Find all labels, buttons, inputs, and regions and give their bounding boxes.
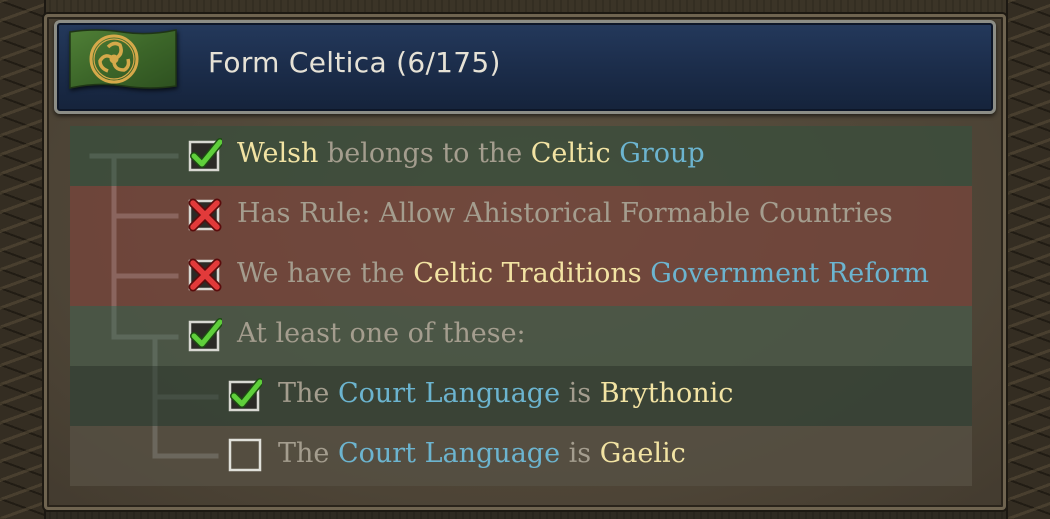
reform-name[interactable]: Celtic Traditions — [413, 258, 641, 289]
condition-row-court-language-brythonic[interactable]: The Court Language is Brythonic — [70, 366, 972, 426]
empty-checkbox-icon — [228, 438, 262, 472]
condition-list: Welsh belongs to the Celtic Group Has Ru… — [70, 126, 972, 486]
court-language-link[interactable]: Court Language — [338, 438, 560, 469]
red-cross-icon — [188, 258, 222, 292]
condition-text: Welsh belongs to the Celtic Group — [237, 138, 705, 169]
condition-row-at-least-one[interactable]: At least one of these: — [70, 306, 972, 366]
celtic-triskele-flag-icon — [69, 29, 177, 89]
condition-text: The Court Language is Brythonic — [278, 378, 733, 409]
government-reform-link[interactable]: Government Reform — [650, 258, 929, 289]
text-fragment: is — [560, 378, 600, 409]
text-fragment: is — [560, 438, 600, 469]
culture-name[interactable]: Welsh — [237, 138, 318, 169]
culture-group-name[interactable]: Celtic — [531, 138, 611, 169]
language-name[interactable]: Brythonic — [600, 378, 734, 409]
condition-row-rule[interactable]: Has Rule: Allow Ahistorical Formable Cou… — [70, 186, 972, 246]
condition-row-court-language-gaelic[interactable]: The Court Language is Gaelic — [70, 426, 972, 486]
checkmark-icon — [188, 138, 222, 172]
group-link[interactable]: Group — [619, 138, 704, 169]
checkmark-icon — [188, 318, 222, 352]
red-cross-icon — [188, 198, 222, 232]
title-bar — [54, 20, 996, 114]
condition-text: We have the Celtic Traditions Government… — [237, 258, 929, 289]
ornate-border-right — [1006, 0, 1050, 519]
text-fragment: The — [278, 438, 338, 469]
condition-row-culture-group[interactable]: Welsh belongs to the Celtic Group — [70, 126, 972, 186]
text-fragment — [611, 138, 620, 169]
condition-text: At least one of these: — [237, 318, 526, 349]
court-language-link[interactable]: Court Language — [338, 378, 560, 409]
condition-text: The Court Language is Gaelic — [278, 438, 686, 469]
checkmark-icon — [228, 378, 262, 412]
text-fragment: We have the — [237, 258, 414, 289]
text-fragment: belongs to the — [318, 138, 531, 169]
language-name[interactable]: Gaelic — [600, 438, 686, 469]
text-fragment: The — [278, 378, 338, 409]
text-fragment — [642, 258, 651, 289]
ornate-border-left — [0, 0, 46, 519]
condition-row-government-reform[interactable]: We have the Celtic Traditions Government… — [70, 246, 972, 306]
decision-title: Form Celtica (6/175) — [208, 46, 501, 79]
condition-text: Has Rule: Allow Ahistorical Formable Cou… — [237, 198, 893, 229]
